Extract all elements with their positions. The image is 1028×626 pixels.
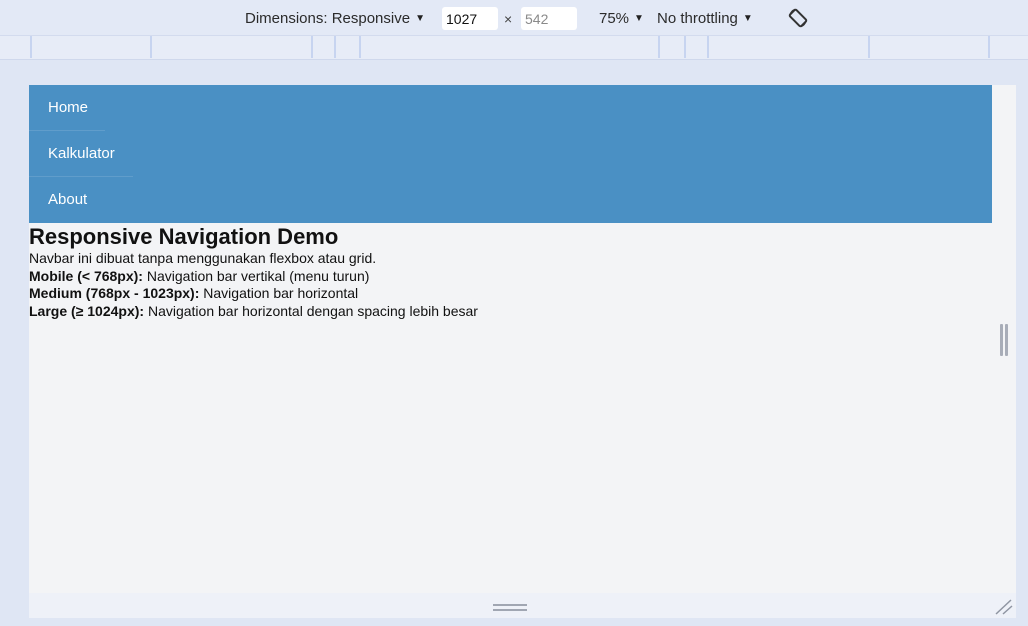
ruler-tick[interactable] <box>868 36 870 58</box>
nav-item-kalkulator[interactable]: Kalkulator <box>29 131 992 177</box>
breakpoint-term: Medium (768px - 1023px): <box>29 285 200 301</box>
times-separator: × <box>504 11 513 27</box>
main-content: Responsive Navigation Demo Navbar ini di… <box>29 223 992 320</box>
chevron-down-icon: ▼ <box>634 12 644 24</box>
height-input[interactable] <box>521 7 577 30</box>
corner-resize-icon[interactable] <box>994 598 1014 616</box>
navbar: Home Kalkulator About <box>29 85 992 223</box>
breakpoint-desc: Navigation bar horizontal <box>199 285 359 301</box>
ruler-tick[interactable] <box>150 36 152 58</box>
breakpoint-large: Large (≥ 1024px): Navigation bar horizon… <box>29 303 992 321</box>
media-query-ruler <box>0 36 1028 60</box>
breakpoint-desc: Navigation bar vertikal (menu turun) <box>142 267 370 284</box>
ruler-tick[interactable] <box>988 36 990 58</box>
ruler-tick[interactable] <box>684 36 686 58</box>
breakpoint-medium: Medium (768px - 1023px): Navigation bar … <box>29 285 992 303</box>
breakpoint-mobile: Mobile (< 768px): Navigation bar vertika… <box>29 268 992 286</box>
dimensions-dropdown[interactable]: Dimensions: Responsive ▼ <box>245 0 425 36</box>
dimensions-label: Dimensions: Responsive <box>245 9 411 27</box>
right-resize-handle[interactable] <box>1000 324 1008 356</box>
nav-item-home[interactable]: Home <box>29 85 992 131</box>
breakpoint-term: Large (≥ 1024px): <box>29 302 145 319</box>
bottom-resize-handle[interactable] <box>493 604 527 611</box>
breakpoint-desc: Navigation bar horizontal dengan spacing… <box>144 302 478 319</box>
ruler-tick[interactable] <box>334 36 336 58</box>
nav-item-label: About <box>48 191 88 208</box>
page-title: Responsive Navigation Demo <box>29 224 339 249</box>
chevron-down-icon: ▼ <box>415 12 425 24</box>
ruler-tick[interactable] <box>30 36 32 58</box>
nav-item-about[interactable]: About <box>29 177 992 223</box>
intro-text: Navbar ini dibuat tanpa menggunakan flex… <box>29 250 377 266</box>
ruler-tick[interactable] <box>658 36 660 58</box>
nav-item-label: Home <box>48 99 89 116</box>
nav-item-label: Kalkulator <box>48 145 115 162</box>
throttling-label: No throttling <box>657 9 738 27</box>
width-input[interactable] <box>442 7 498 30</box>
ruler-tick[interactable] <box>707 36 709 58</box>
ruler-tick[interactable] <box>359 36 361 58</box>
device-toolbar: Dimensions: Responsive ▼ × 75% ▼ No thro… <box>0 0 1028 36</box>
throttling-dropdown[interactable]: No throttling ▼ <box>657 0 753 36</box>
ruler-tick[interactable] <box>311 36 313 58</box>
breakpoint-term: Mobile (< 768px): <box>29 267 143 284</box>
device-viewport: Home Kalkulator About Responsive Navigat… <box>29 85 1016 593</box>
rotate-device-icon[interactable] <box>786 6 810 30</box>
zoom-label: 75% <box>599 9 630 27</box>
chevron-down-icon: ▼ <box>742 12 753 24</box>
zoom-dropdown[interactable]: 75% ▼ <box>599 0 644 36</box>
